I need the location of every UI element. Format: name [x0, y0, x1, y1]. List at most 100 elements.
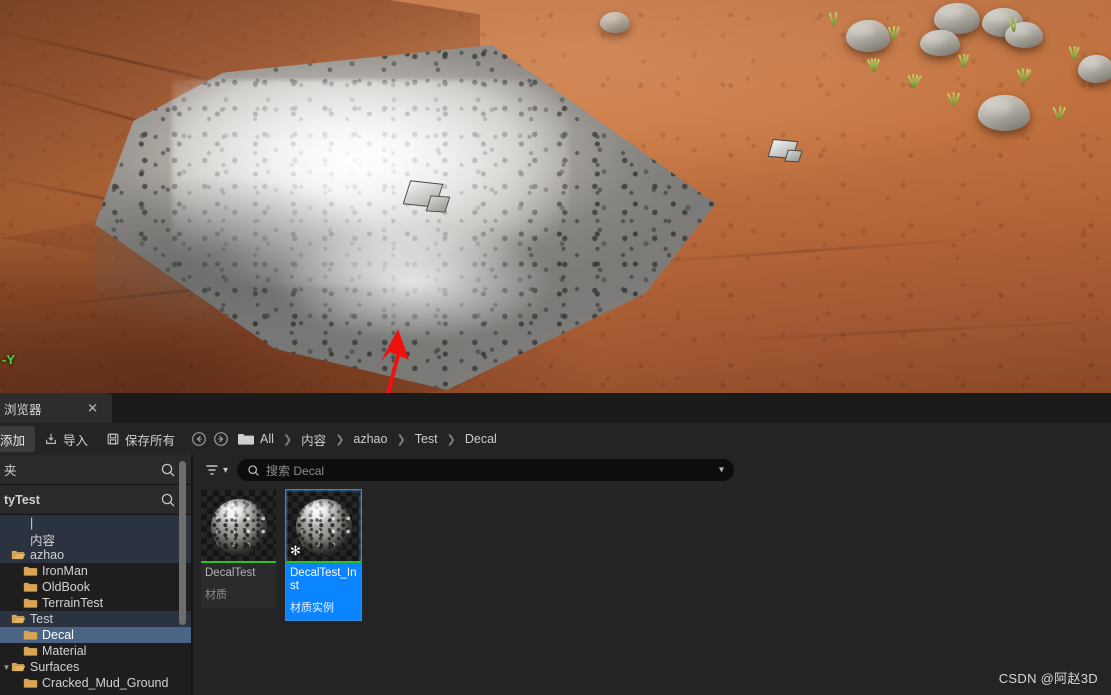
path-search-row[interactable]: tyTest — [0, 485, 192, 515]
folder-icon — [23, 581, 38, 593]
filter-row: ▾ 搜索 Decal ▾ — [193, 455, 1111, 485]
close-icon[interactable]: ✕ — [87, 402, 98, 415]
grass-tuft — [950, 48, 976, 68]
grass-tuft — [900, 68, 926, 88]
search-icon — [247, 464, 260, 477]
chevron-down-icon[interactable]: ▾ — [719, 465, 724, 476]
tree-item-ironman[interactable]: IronMan — [0, 563, 192, 579]
tree-item-cracked-mud-ground[interactable]: Cracked_Mud_Ground — [0, 675, 192, 691]
save-icon — [106, 432, 120, 446]
asset-thumbnail[interactable] — [201, 490, 276, 563]
tree-item-azhao[interactable]: azhao — [0, 547, 192, 563]
tree-item-decal[interactable]: Decal — [0, 627, 192, 643]
grass-tuft — [880, 20, 906, 40]
asset-name: DecalTest — [205, 567, 272, 580]
breadcrumb-item-all[interactable]: All — [256, 432, 278, 446]
collections-label: 夹 — [0, 460, 17, 479]
tree-item-test[interactable]: Test — [0, 611, 192, 627]
content-browser-toolbar: 添加 导入 保存所有 — [0, 423, 1111, 455]
chevron-down-icon[interactable]: ▼ — [2, 663, 11, 672]
folder-icon — [23, 677, 38, 689]
tab-label: 浏览器 — [0, 399, 42, 418]
folder-icon — [23, 565, 38, 577]
tree-item-label: Cracked_Mud_Ground — [42, 676, 168, 690]
breadcrumb-item-azhao[interactable]: azhao — [349, 432, 391, 446]
tree-item-label: azhao — [30, 548, 64, 562]
folder-icon — [23, 645, 38, 657]
filter-button[interactable]: ▾ — [201, 459, 231, 481]
breadcrumb-item-decal[interactable]: Decal — [461, 432, 501, 446]
chevron-right-icon: ❯ — [278, 433, 297, 446]
forward-arrow-icon[interactable] — [210, 428, 232, 450]
asset-type-accent-bar — [201, 561, 276, 564]
save-all-label: 保存所有 — [125, 430, 175, 449]
tree-item-label: Surfaces — [30, 660, 79, 674]
folder-icon — [11, 549, 26, 561]
watermark: CSDN @阿赵3D — [999, 668, 1098, 687]
rock — [600, 12, 630, 33]
asset-name: DecalTest_Inst — [290, 567, 357, 593]
breadcrumb: All ❯ 内容 ❯ azhao ❯ Test ❯ Decal — [188, 428, 501, 450]
asset-type: 材质实例 — [290, 599, 357, 615]
filter-icon — [204, 462, 220, 478]
search-icon[interactable] — [160, 462, 176, 478]
chevron-right-icon: ❯ — [442, 433, 461, 446]
tree-item-label: 内容 — [30, 530, 55, 549]
content-browser-sidebar: 夹 tyTest |内容azhao IronManOldBookTerrainTe… — [0, 455, 192, 695]
axis-gizmo-label: -Y — [2, 352, 15, 367]
chevron-right-icon: ❯ — [330, 433, 349, 446]
search-input[interactable]: 搜索 Decal ▾ — [237, 459, 734, 481]
tree-item-label: Material — [42, 644, 86, 658]
asset-thumbnail[interactable]: ✻ — [286, 490, 361, 563]
decal-projection-widget[interactable] — [770, 140, 804, 166]
tree-item-terraintest[interactable]: TerrainTest — [0, 595, 192, 611]
add-button[interactable]: 添加 — [0, 426, 35, 452]
save-all-button[interactable]: 保存所有 — [97, 427, 184, 451]
asset-type-accent-bar — [286, 561, 361, 564]
breadcrumb-item-content[interactable]: 内容 — [297, 430, 330, 449]
search-icon[interactable] — [160, 492, 176, 508]
tab-content-browser[interactable]: 浏览器 ✕ — [0, 393, 112, 423]
import-label: 导入 — [63, 430, 88, 449]
folder-icon — [11, 661, 26, 673]
tree-item-oldbook[interactable]: OldBook — [0, 579, 192, 595]
asset-tile[interactable]: ✻ DecalTest_Inst 材质实例 — [286, 490, 361, 620]
tree-item-label: Test — [30, 612, 53, 626]
path-label: tyTest — [0, 493, 40, 507]
search-placeholder: 搜索 Decal — [266, 462, 324, 479]
app-root: -Y 浏览器 ✕ 添加 导入 — [0, 0, 1111, 695]
grass-tuft — [1060, 40, 1086, 60]
grass-tuft — [1000, 12, 1026, 32]
tree-item-label: TerrainTest — [42, 596, 103, 610]
tree-item-label: Decal — [42, 628, 74, 642]
asset-grid: DecalTest材质✻ DecalTest_Inst 材质实例 — [193, 485, 1111, 695]
decal-water-sheet — [95, 45, 735, 390]
tree-item-material[interactable]: Material — [0, 643, 192, 659]
folder-tree[interactable]: |内容azhao IronManOldBookTerrainTest Test Dec… — [0, 515, 192, 695]
folder-icon — [11, 613, 26, 625]
sidebar-scrollbar[interactable] — [179, 461, 186, 625]
asset-tile[interactable]: DecalTest材质 — [201, 490, 276, 608]
chevron-right-icon: ❯ — [391, 433, 410, 446]
puddle-sheen — [274, 224, 556, 341]
material-sphere-preview — [296, 499, 352, 555]
grass-tuft — [1010, 62, 1036, 82]
asset-area: ▾ 搜索 Decal ▾ DecalTest材质✻ DecalTest_Inst 材… — [193, 455, 1111, 695]
chevron-down-icon: ▾ — [223, 465, 228, 476]
tree-item--[interactable]: | — [0, 515, 192, 531]
grass-tuft — [1045, 100, 1071, 120]
back-arrow-icon[interactable] — [188, 428, 210, 450]
decal-projection-widget[interactable] — [406, 182, 452, 216]
collections-search-row[interactable]: 夹 — [0, 455, 192, 485]
breadcrumb-item-test[interactable]: Test — [411, 432, 442, 446]
grass-tuft — [820, 6, 846, 26]
spacer — [11, 517, 26, 529]
import-button[interactable]: 导入 — [35, 427, 97, 451]
spacer — [11, 533, 26, 545]
tree-item-surfaces[interactable]: ▼ Surfaces — [0, 659, 192, 675]
material-sphere-preview — [211, 499, 267, 555]
tab-strip: 浏览器 ✕ — [0, 393, 1111, 423]
viewport-3d[interactable]: -Y — [0, 0, 1111, 393]
tree-item--[interactable]: 内容 — [0, 531, 192, 547]
tree-item-label: IronMan — [42, 564, 88, 578]
